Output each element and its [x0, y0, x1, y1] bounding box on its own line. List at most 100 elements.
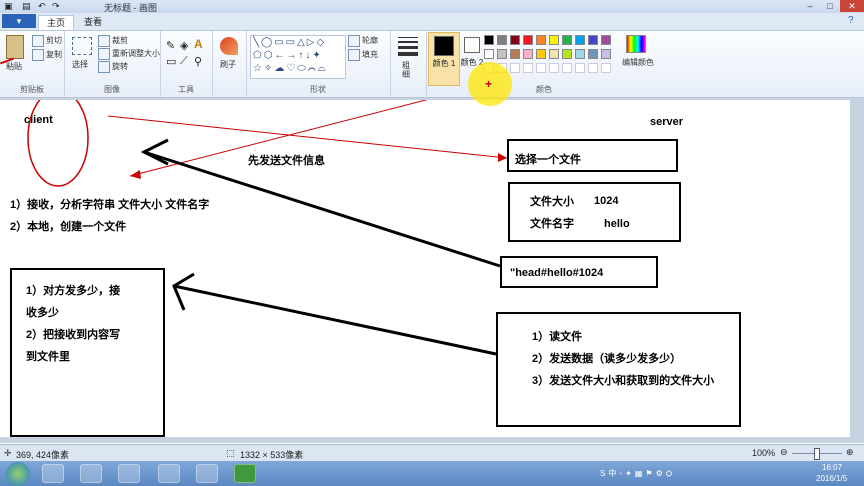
- color1-selector[interactable]: 颜色 1: [428, 32, 460, 86]
- terminal-icon[interactable]: [158, 464, 180, 483]
- zoom-out-button[interactable]: ⊖: [780, 447, 788, 458]
- file-menu-button[interactable]: ▾: [2, 14, 36, 28]
- qt-icon[interactable]: [234, 464, 256, 483]
- paint-icon[interactable]: [196, 464, 218, 483]
- tools-group-label: 工具: [178, 85, 194, 94]
- zoom-level: 100%: [752, 448, 776, 458]
- crop-button[interactable]: 裁剪: [98, 35, 128, 47]
- line-size-icon[interactable]: [398, 37, 418, 56]
- palette-swatch[interactable]: [601, 35, 611, 45]
- brush-icon[interactable]: [220, 37, 238, 55]
- palette-swatch[interactable]: [601, 63, 611, 73]
- paste-button[interactable]: 粘贴: [6, 61, 22, 72]
- tab-home[interactable]: 主页: [38, 15, 75, 30]
- title-bar: ▣ ▤ ↶ ↷ 无标题 - 画图 – □ ✕: [0, 0, 864, 13]
- scissors-icon: [32, 35, 44, 47]
- brush-button[interactable]: 刷子: [220, 59, 236, 70]
- colors-group-label: 颜色: [536, 85, 552, 94]
- palette-row-2: [484, 49, 611, 59]
- palette-swatch[interactable]: [562, 63, 572, 73]
- cursor-position: 369, 424像素: [16, 450, 70, 460]
- eraser-icon[interactable]: ▭: [166, 55, 176, 68]
- palette-swatch[interactable]: [536, 35, 546, 45]
- shapes-gallery[interactable]: ╲◯▭▭△▷◇ ⬠⬡←→↑↓✦ ☆✧☁♡⬭⌒⌓: [250, 35, 346, 79]
- annotation-strokes: [27, 100, 508, 356]
- palette-swatch[interactable]: [523, 63, 533, 73]
- data-arrowhead: [172, 272, 195, 311]
- tab-view[interactable]: 查看: [76, 15, 110, 29]
- colors-group: 颜色 1 颜色 2 编辑颜色 颜色: [426, 31, 662, 97]
- palette-swatch[interactable]: [575, 63, 585, 73]
- minimize-button[interactable]: –: [800, 0, 820, 12]
- shapes-group: ╲◯▭▭△▷◇ ⬠⬡←→↑↓✦ ☆✧☁♡⬭⌒⌓ 轮廓 填充 形状: [246, 31, 391, 97]
- palette-swatch[interactable]: [497, 49, 507, 59]
- red-arrowhead-left: [130, 170, 141, 179]
- palette-swatch[interactable]: [562, 49, 572, 59]
- palette-swatch[interactable]: [549, 63, 559, 73]
- cut-button[interactable]: 剪切: [32, 35, 62, 47]
- red-arrowhead-right: [498, 153, 507, 162]
- system-tray-icons[interactable]: S中◦✦▦⚑⚙⛭: [600, 468, 675, 479]
- clock-date: 2016/1/5: [816, 474, 848, 483]
- fill-button[interactable]: 填充: [348, 49, 378, 61]
- palette-swatch[interactable]: [575, 49, 585, 59]
- color-picker-icon[interactable]: ⟋: [180, 55, 188, 68]
- palette-swatch[interactable]: [484, 49, 494, 59]
- redo-icon[interactable]: ↷: [52, 1, 60, 12]
- palette-swatch[interactable]: [549, 49, 559, 59]
- zoom-slider-thumb[interactable]: [814, 448, 820, 460]
- palette-swatch[interactable]: [510, 63, 520, 73]
- start-button[interactable]: [6, 462, 30, 486]
- palette-swatch[interactable]: [536, 63, 546, 73]
- edit-colors-button[interactable]: 编辑颜色: [622, 57, 654, 68]
- select-icon: [72, 37, 92, 55]
- copy-button[interactable]: 复制: [32, 49, 62, 61]
- data-black-arrow: [173, 284, 497, 356]
- save-icon[interactable]: ▤: [22, 1, 31, 12]
- select-button[interactable]: 选择: [72, 59, 88, 70]
- undo-icon[interactable]: ↶: [38, 1, 46, 12]
- tools-group: ✎ ◈ A ▭ ⟋ ⚲ 工具: [160, 31, 213, 97]
- palette-swatch[interactable]: [510, 49, 520, 59]
- color1-label: 颜色 1: [432, 59, 456, 68]
- folder-icon[interactable]: [118, 464, 140, 483]
- rotate-button[interactable]: 旋转: [98, 61, 128, 73]
- crosshair-cursor-icon: +: [485, 77, 493, 91]
- palette-swatch[interactable]: [588, 35, 598, 45]
- paint-app-icon[interactable]: ▣: [4, 1, 13, 12]
- browser-icon[interactable]: [80, 464, 102, 483]
- image-group-label: 图像: [104, 85, 120, 94]
- pencil-icon[interactable]: ✎: [166, 39, 175, 52]
- drawing-canvas[interactable]: client server 先发送文件信息 1）接收，分析字符串 文件大小 文件…: [0, 100, 850, 437]
- palette-swatch[interactable]: [536, 49, 546, 59]
- windows-logo-icon[interactable]: [42, 464, 64, 483]
- palette-swatch[interactable]: [549, 35, 559, 45]
- palette-swatch[interactable]: [510, 35, 520, 45]
- magnifier-icon[interactable]: ⚲: [194, 55, 202, 68]
- palette-swatch[interactable]: [523, 49, 533, 59]
- client-to-server-red-line: [107, 115, 508, 159]
- palette-swatch[interactable]: [601, 49, 611, 59]
- palette-swatch[interactable]: [484, 35, 494, 45]
- palette-swatch[interactable]: [575, 35, 585, 45]
- palette-swatch[interactable]: [562, 35, 572, 45]
- palette-swatch[interactable]: [588, 49, 598, 59]
- outline-button[interactable]: 轮廓: [348, 35, 378, 47]
- palette-swatch[interactable]: [588, 63, 598, 73]
- palette-swatch[interactable]: [497, 35, 507, 45]
- color2-swatch: [464, 37, 480, 53]
- zoom-in-button[interactable]: ⊕: [846, 447, 854, 458]
- text-tool-icon[interactable]: A: [194, 37, 203, 51]
- help-icon[interactable]: ?: [848, 15, 854, 26]
- size-button[interactable]: 粗细: [402, 61, 412, 79]
- client-circle-stroke: [27, 100, 89, 187]
- palette-swatch[interactable]: [523, 35, 533, 45]
- edit-colors-icon[interactable]: [626, 35, 646, 53]
- maximize-button[interactable]: □: [820, 0, 840, 12]
- close-button[interactable]: ✕: [840, 0, 864, 12]
- resize-button[interactable]: 重新调整大小: [98, 48, 160, 60]
- fill-bucket-icon[interactable]: ◈: [180, 39, 188, 52]
- image-group: 选择 裁剪 重新调整大小 旋转 图像: [64, 31, 161, 97]
- clock-time: 16:07: [822, 463, 843, 472]
- clipboard-group: 粘贴 剪切 复制 剪贴板: [0, 31, 65, 97]
